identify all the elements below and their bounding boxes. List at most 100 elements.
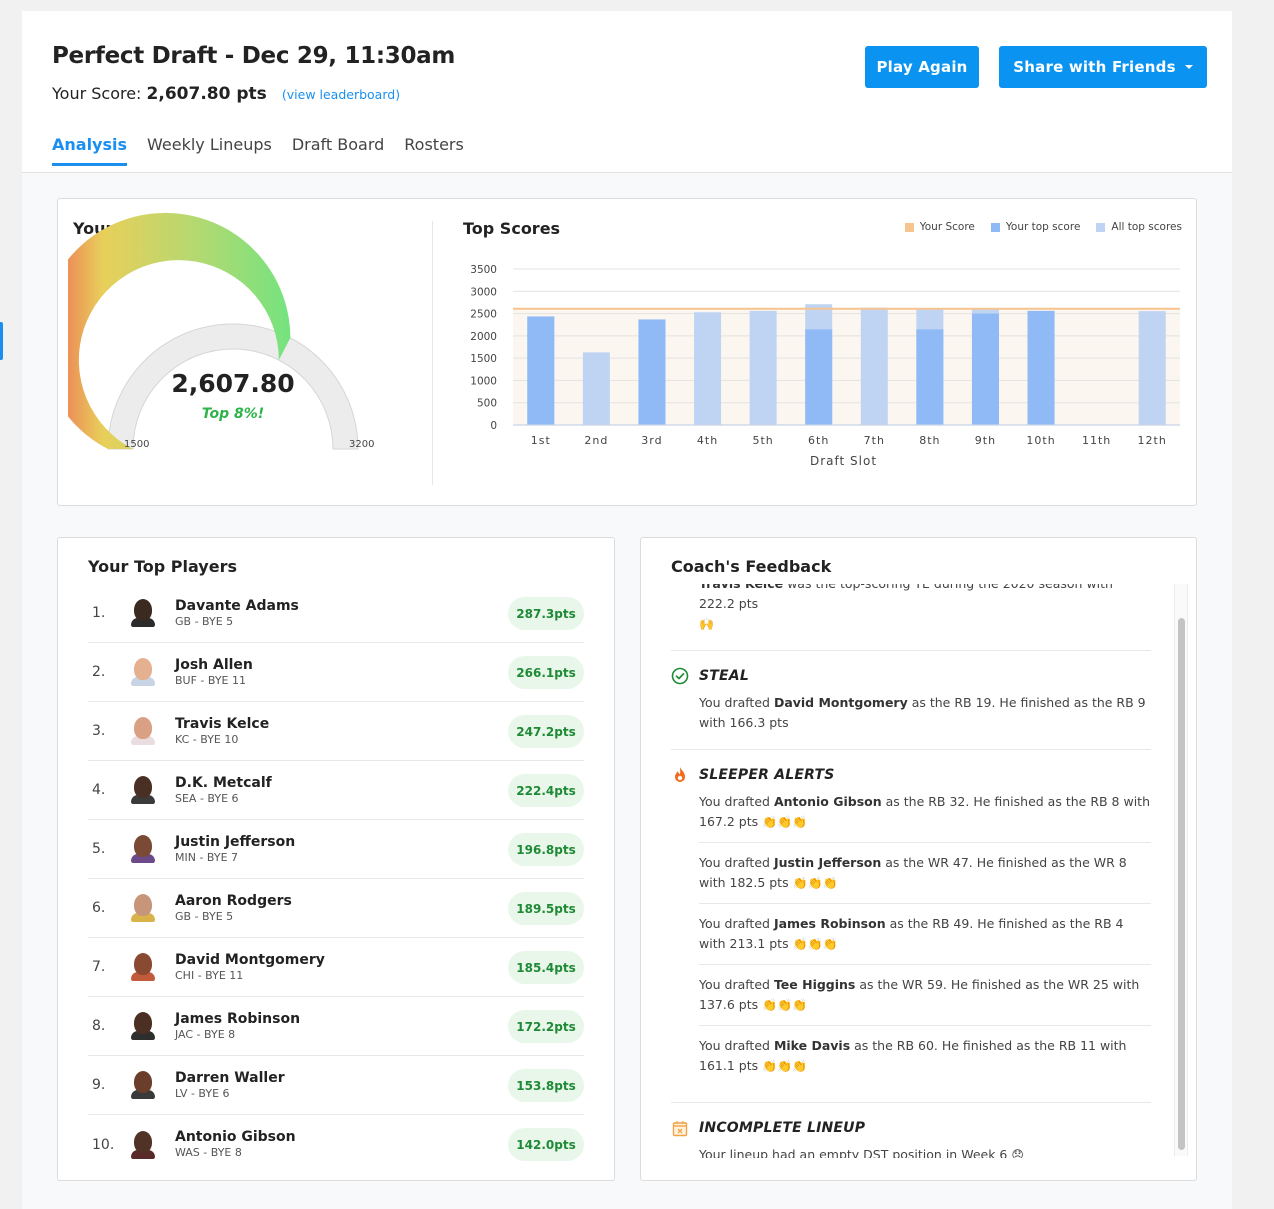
fire-icon [671, 766, 689, 784]
tab-weekly-lineups[interactable]: Weekly Lineups [147, 135, 272, 166]
x-tick-label: 6th [808, 434, 829, 447]
player-name: James Robinson [773, 916, 886, 931]
bar-all-top-score [749, 310, 777, 425]
clapping-emoji: 👏👏👏 [762, 1059, 807, 1073]
coach-feedback-card: Coach's Feedback Travis Kelce was the to… [640, 537, 1197, 1181]
x-tick-label: 9th [975, 434, 996, 447]
player-rank: 3. [92, 723, 106, 739]
side-panel-handle[interactable] [0, 322, 3, 360]
feedback-scroll-area[interactable]: Travis Kelce was the top-scoring TE duri… [641, 584, 1187, 1158]
player-team-bye: BUF - BYE 11 [175, 673, 246, 687]
y-tick-label: 1000 [470, 375, 497, 387]
player-name[interactable]: Justin Jefferson [175, 834, 295, 851]
player-row[interactable]: 10. Antonio Gibson WAS - BYE 8 142.0pts [88, 1115, 584, 1174]
steal-text: You drafted David Montgomery as the RB 1… [671, 693, 1151, 733]
legend-your-top-score[interactable]: Your top score [990, 221, 1080, 233]
player-avatar [130, 1070, 156, 1100]
player-name: Travis Kelce [699, 584, 783, 591]
bar-all-top-score [860, 307, 888, 425]
player-name[interactable]: Davante Adams [175, 598, 299, 615]
bar-your-top-score [916, 329, 944, 425]
x-tick-label: 10th [1026, 434, 1055, 447]
play-again-button[interactable]: Play Again [865, 46, 979, 88]
player-info: D.K. Metcalf SEA - BYE 6 [175, 775, 272, 806]
bar-all-top-score [582, 352, 610, 425]
player-name[interactable]: David Montgomery [175, 952, 325, 969]
page-header: Perfect Draft - Dec 29, 11:30am Your Sco… [22, 11, 1232, 173]
x-tick-label: 3rd [641, 434, 662, 447]
text-body: Your lineup had an empty DST position in… [699, 1147, 1008, 1158]
legend-swatch-all-top-scores [1096, 222, 1106, 232]
y-tick-label: 500 [477, 398, 497, 410]
steal-section: STEAL You drafted David Montgomery as th… [671, 667, 1151, 750]
player-avatar [130, 893, 156, 923]
player-name[interactable]: Antonio Gibson [175, 1129, 296, 1146]
feedback-content: Travis Kelce was the top-scoring TE duri… [671, 584, 1151, 1158]
player-points-badge: 142.0pts [508, 1128, 584, 1161]
score-summary: Your Score: 2,607.80 pts (view leaderboa… [52, 84, 400, 104]
player-points-badge: 153.8pts [508, 1069, 584, 1102]
tab-draft-board[interactable]: Draft Board [292, 135, 384, 166]
page-title: Perfect Draft - Dec 29, 11:30am [52, 43, 456, 69]
bar-your-top-score [527, 316, 555, 425]
raised-hands-emoji: 🙌 [699, 617, 714, 631]
legend-label: All top scores [1111, 221, 1182, 233]
player-row[interactable]: 5. Justin Jefferson MIN - BYE 7 196.8pts [88, 820, 584, 879]
player-team-bye: KC - BYE 10 [175, 732, 239, 746]
player-row[interactable]: 2. Josh Allen BUF - BYE 11 266.1pts [88, 643, 584, 702]
player-name[interactable]: James Robinson [175, 1011, 300, 1028]
player-name: Antonio Gibson [773, 794, 882, 809]
sleeper-list: You drafted Antonio Gibson as the RB 32.… [671, 792, 1151, 1086]
tab-analysis[interactable]: Analysis [52, 135, 128, 166]
legend-your-score[interactable]: Your Score [904, 221, 975, 233]
player-rank: 9. [92, 1077, 106, 1093]
caret-down-icon [1184, 65, 1193, 69]
scrollbar-thumb[interactable] [1178, 618, 1185, 1150]
player-name[interactable]: Aaron Rodgers [175, 893, 292, 910]
x-tick-label: 7th [864, 434, 885, 447]
player-name[interactable]: Josh Allen [175, 657, 253, 674]
top-note: Travis Kelce was the top-scoring TE duri… [671, 584, 1151, 651]
x-axis-title: Draft Slot [810, 454, 877, 468]
player-row[interactable]: 7. David Montgomery CHI - BYE 11 185.4pts [88, 938, 584, 997]
player-row[interactable]: 1. Davante Adams GB - BYE 5 287.3pts [88, 584, 584, 643]
player-info: Darren Waller LV - BYE 6 [175, 1070, 285, 1101]
top-note-text: Travis Kelce was the top-scoring TE duri… [671, 584, 1151, 634]
player-rank: 1. [92, 605, 106, 621]
legend-all-top-scores[interactable]: All top scores [1096, 221, 1182, 233]
player-avatar [130, 775, 156, 805]
x-tick-label: 12th [1138, 434, 1167, 447]
bar-your-top-score [638, 319, 666, 425]
score-label: Your Score: [52, 84, 142, 103]
text-prefix: You drafted [699, 916, 774, 931]
player-avatar [130, 657, 156, 687]
player-name[interactable]: D.K. Metcalf [175, 775, 272, 792]
sleeper-alert-item: You drafted Justin Jefferson as the WR 4… [699, 853, 1151, 904]
player-rank: 4. [92, 782, 106, 798]
player-team-bye: JAC - BYE 8 [175, 1027, 236, 1041]
player-list: 1. Davante Adams GB - BYE 5 287.3pts 2. Josh … [88, 584, 584, 1174]
player-rank: 6. [92, 900, 106, 916]
y-tick-label: 0 [490, 420, 497, 432]
feedback-scrollbar[interactable] [1174, 584, 1188, 1156]
legend-label: Your Score [919, 221, 975, 233]
player-name[interactable]: Travis Kelce [175, 716, 269, 733]
y-tick-label: 3000 [470, 286, 497, 298]
player-row[interactable]: 8. James Robinson JAC - BYE 8 172.2pts [88, 997, 584, 1056]
player-row[interactable]: 9. Darren Waller LV - BYE 6 153.8pts [88, 1056, 584, 1115]
clapping-emoji: 👏👏👏 [762, 998, 807, 1012]
bar-your-top-score [1027, 310, 1055, 425]
top-players-card: Your Top Players 1. Davante Adams GB - BYE… [57, 537, 615, 1181]
share-with-friends-button[interactable]: Share with Friends [999, 46, 1207, 88]
player-row[interactable]: 3. Travis Kelce KC - BYE 10 247.2pts [88, 702, 584, 761]
x-tick-label: 4th [697, 434, 718, 447]
player-row[interactable]: 4. D.K. Metcalf SEA - BYE 6 222.4pts [88, 761, 584, 820]
player-row[interactable]: 6. Aaron Rodgers GB - BYE 5 189.5pts [88, 879, 584, 938]
view-leaderboard-link[interactable]: (view leaderboard) [282, 87, 400, 102]
incomplete-lineup-text: Your lineup had an empty DST position in… [671, 1145, 1151, 1158]
player-name[interactable]: Darren Waller [175, 1070, 285, 1087]
player-info: Travis Kelce KC - BYE 10 [175, 716, 269, 747]
x-tick-label: 8th [919, 434, 940, 447]
player-name: David Montgomery [773, 695, 908, 710]
tab-rosters[interactable]: Rosters [404, 135, 464, 166]
